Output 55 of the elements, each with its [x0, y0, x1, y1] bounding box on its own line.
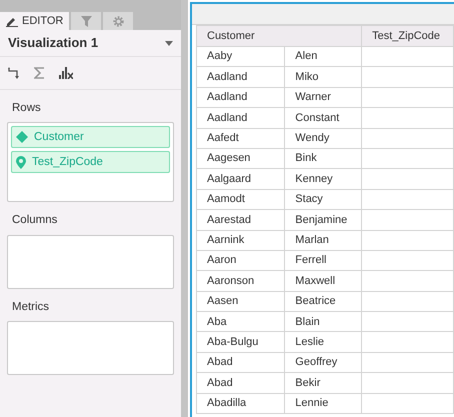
table-cell: Lennie: [284, 393, 362, 414]
pencil-icon: [6, 16, 18, 26]
table-cell: Aamodt: [196, 189, 285, 210]
sigma-icon[interactable]: [34, 67, 45, 79]
section-label: Columns: [11, 213, 58, 228]
diamond-icon: [16, 131, 28, 144]
table-cell: Constant: [284, 108, 362, 128]
table-cell: Aba: [196, 312, 285, 332]
table-cell: Aadland: [196, 87, 285, 108]
table-cell: Warner: [284, 87, 362, 108]
table-cell: Abad: [196, 352, 285, 373]
map-pin-icon: [16, 156, 26, 169]
table-cell: Blain: [284, 312, 362, 332]
tab[interactable]: [71, 12, 102, 30]
swap-arrows-icon[interactable]: [8, 67, 20, 79]
table-cell: Benjamine: [284, 210, 362, 230]
settings-icon: [112, 16, 124, 26]
table-cell: Marlan: [284, 230, 362, 250]
table-cell: Aarnink: [196, 230, 285, 250]
table-cell: Geoffrey: [284, 352, 362, 373]
table-cell: Aafedt: [196, 128, 285, 148]
table-cell: Aasen: [196, 291, 285, 312]
visualization-title: Visualization 1: [8, 34, 98, 52]
table-cell: Maxwell: [284, 270, 362, 292]
table-cell: Aalgaard: [196, 168, 285, 190]
table-cell: Aaronson: [196, 270, 285, 292]
table-cell: Ferrell: [284, 250, 362, 271]
table-cell: Aaron: [196, 250, 285, 271]
table-cell: Aaby: [196, 46, 285, 67]
table-cell: Aagesen: [196, 148, 285, 169]
table-cell: Aadland: [196, 66, 285, 88]
table-cell: Bink: [284, 148, 362, 169]
splitter-handle[interactable]: [181, 0, 188, 417]
table-cell: Abadilla: [196, 393, 285, 414]
section-label: Rows: [11, 101, 42, 116]
table-cell: Aadland: [196, 108, 285, 128]
table-cell: Leslie: [284, 332, 362, 352]
column-header[interactable]: Test_ZipCode: [362, 26, 454, 46]
table-cell: Abad: [196, 372, 285, 394]
table-cell: Stacy: [284, 189, 362, 210]
chart-clear-icon[interactable]: [59, 67, 73, 79]
tab[interactable]: EDITOR: [0, 12, 70, 30]
table-cell: Bekir: [284, 372, 362, 394]
table-cell: Aarestad: [196, 210, 285, 230]
column-header[interactable]: Customer: [196, 26, 362, 46]
table-cell: Beatrice: [284, 291, 362, 312]
filter-icon: [80, 16, 92, 26]
tab[interactable]: [103, 12, 134, 30]
table-cell: Alen: [284, 46, 362, 67]
section-label: Metrics: [11, 300, 50, 314]
dropdown-caret-icon[interactable]: [165, 40, 173, 46]
table-cell: Kenney: [284, 168, 362, 190]
table-cell: Wendy: [284, 128, 362, 148]
table-cell: Aba-Bulgu: [196, 332, 285, 352]
table-cell: Miko: [284, 66, 362, 88]
